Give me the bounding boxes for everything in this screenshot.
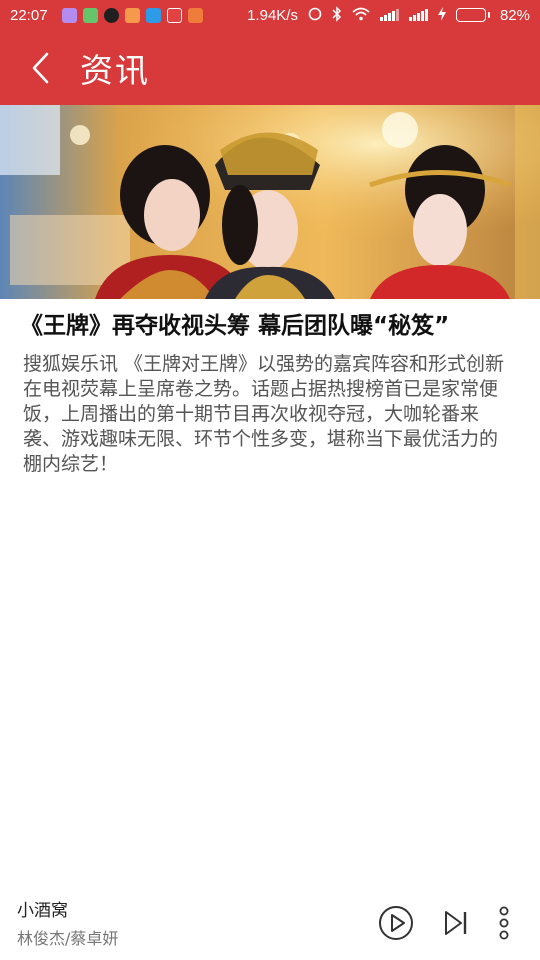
status-bar: 22:07 1.94K/s 82% (0, 0, 540, 30)
mail-app-icon (124, 7, 140, 23)
play-icon (379, 905, 413, 940)
article-hero-image (0, 105, 540, 299)
signal-strength-2-icon (408, 9, 428, 21)
app-bar: 资讯 (0, 30, 540, 105)
weibo-icon (145, 7, 161, 23)
song-artist: 林俊杰/蔡卓妍 (17, 929, 119, 948)
next-track-button[interactable] (444, 910, 468, 936)
video-app-icon (187, 7, 203, 23)
bluetooth-icon (332, 5, 342, 25)
status-time: 22:07 (10, 6, 48, 24)
more-icon (499, 906, 509, 939)
battery-icon (455, 8, 490, 22)
back-button[interactable] (0, 30, 80, 105)
battery-percent: 82% (499, 6, 530, 24)
song-title: 小酒窝 (17, 901, 68, 921)
charging-icon (437, 6, 446, 24)
status-left: 22:07 (10, 7, 203, 24)
clipboard-app-icon (82, 7, 98, 23)
page-title: 资讯 (80, 50, 150, 90)
chevron-left-icon (32, 52, 49, 83)
article-body: 搜狐娱乐讯 《王牌对王牌》以强势的嘉宾阵容和形式创新在电视荧幕上呈席卷之势。话题… (23, 353, 505, 475)
gallery-app-icon (61, 7, 77, 23)
play-button[interactable] (378, 905, 414, 941)
alarm-app-icon (166, 7, 182, 23)
next-track-icon (445, 910, 467, 935)
net-speed: 1.94K/s (247, 6, 298, 24)
mini-player[interactable]: 小酒窝 林俊杰/蔡卓妍 (0, 885, 540, 960)
player-controls (378, 905, 510, 941)
wifi-icon (352, 7, 370, 24)
article-headline: 《王牌》再夺收视头筹 幕后团队曝“秘笈” (20, 313, 450, 339)
song-meta: 小酒窝 林俊杰/蔡卓妍 (17, 896, 118, 949)
status-right: 1.94K/s 82% (247, 5, 530, 25)
signal-strength-icon (379, 9, 399, 21)
sync-icon (308, 7, 322, 24)
more-button[interactable] (498, 906, 510, 940)
qq-icon (103, 7, 119, 23)
hero-photo (0, 105, 540, 299)
